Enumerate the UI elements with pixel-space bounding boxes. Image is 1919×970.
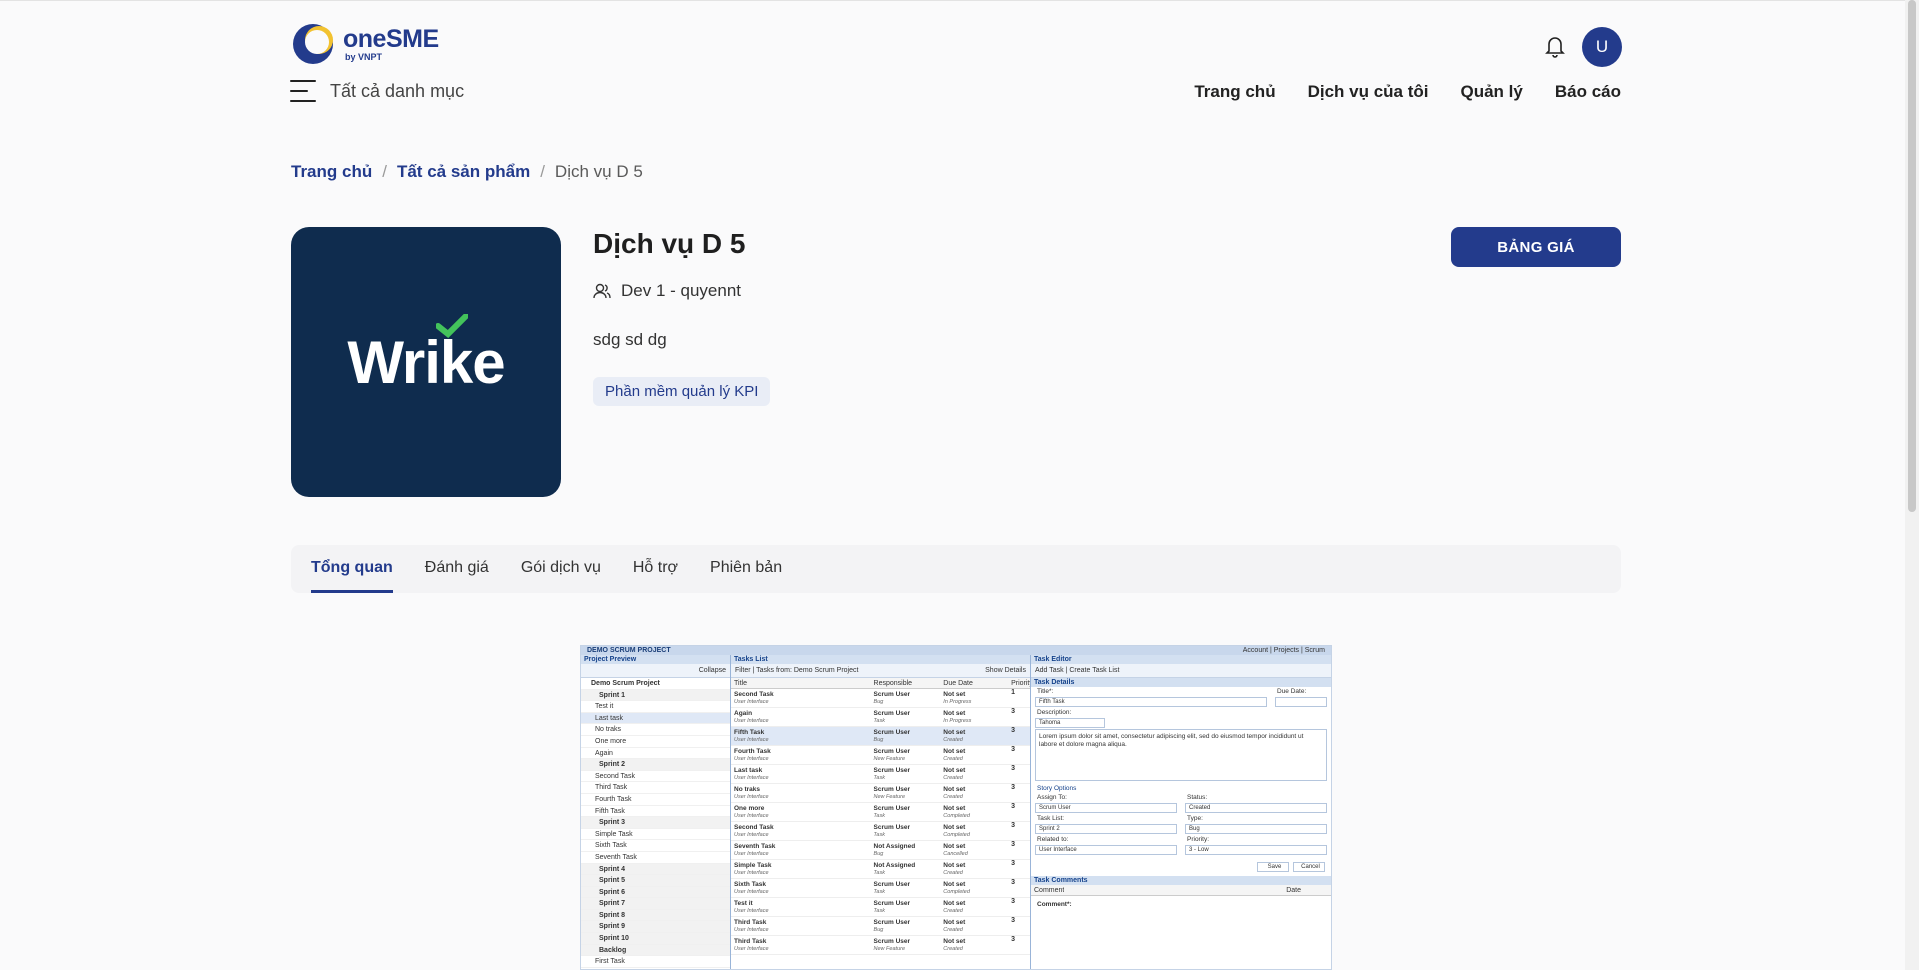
- page-scrollbar[interactable]: [1905, 0, 1919, 970]
- nav-reports[interactable]: Báo cáo: [1555, 82, 1621, 102]
- screenshot-tree-row: Simple Task: [581, 829, 730, 841]
- logo-name: oneSME: [343, 25, 439, 53]
- screenshot-tasks-list: Tasks List Filter | Tasks from: Demo Scr…: [731, 655, 1031, 969]
- breadcrumb-separator: /: [540, 162, 545, 181]
- screenshot-task-row: One more User Interface Scrum User Task Not …: [731, 803, 1030, 822]
- screenshot-tree-row: Sprint 2: [581, 759, 730, 771]
- screenshot-tree-row: No traks: [581, 724, 730, 736]
- screenshot-task-row: Fourth Task User Interface Scrum User New F…: [731, 746, 1030, 765]
- breadcrumb: Trang chủ / Tất cả sản phẩm / Dịch vụ D …: [291, 162, 643, 182]
- screenshot-tree-row: One more: [581, 736, 730, 748]
- header-top-border: [0, 0, 1919, 1]
- onesme-logo[interactable]: oneSME by VNPT: [291, 22, 439, 66]
- product-description: sdg sd dg: [593, 330, 667, 349]
- hamburger-icon: [290, 80, 316, 102]
- screenshot-project-preview: Project Preview Collapse Demo Scrum Proj…: [581, 655, 731, 969]
- screenshot-tree-row: First Task: [581, 956, 730, 968]
- product-title: Dịch vụ D 5: [593, 228, 746, 259]
- nav-home[interactable]: Trang chủ: [1194, 82, 1275, 102]
- screenshot-tree-row: Sprint 6: [581, 886, 730, 899]
- page: oneSME by VNPT Tất cả danh mục U Trang c…: [0, 0, 1919, 970]
- notification-bell-icon[interactable]: [1544, 34, 1566, 58]
- tab-service-packages[interactable]: Gói dịch vụ: [521, 545, 601, 593]
- tab-reviews[interactable]: Đánh giá: [425, 545, 489, 593]
- breadcrumb-home[interactable]: Trang chủ: [291, 162, 372, 182]
- all-categories-label: Tất cả danh mục: [330, 80, 465, 101]
- product-developer: Dev 1 - quyennt: [593, 281, 741, 301]
- screenshot-tree-row: Last task: [581, 712, 730, 725]
- tab-overview[interactable]: Tổng quan: [311, 545, 393, 593]
- screenshot-task-row: Third Task User Interface Scrum User New Fe…: [731, 936, 1030, 955]
- product-logo: Wrike: [291, 227, 561, 497]
- top-navigation: Trang chủ Dịch vụ của tôi Quản lý Báo cá…: [1194, 82, 1621, 102]
- breadcrumb-all-products[interactable]: Tất cả sản phẩm: [397, 162, 530, 182]
- pricing-button[interactable]: BẢNG GIÁ: [1451, 227, 1621, 267]
- screenshot-task-row: Second Task User Interface Scrum User Bug No…: [731, 689, 1030, 708]
- screenshot-tree-row: Sprint 4: [581, 863, 730, 876]
- category-tag[interactable]: Phần mềm quản lý KPI: [593, 377, 771, 406]
- screenshot-tree-row: Demo Scrum Project: [581, 678, 730, 690]
- screenshot-tree-row: Again: [581, 748, 730, 760]
- screenshot-task-row: Second Task User Interface Scrum User Task N…: [731, 822, 1030, 841]
- screenshot-task-row: Sixth Task User Interface Scrum User Task No…: [731, 879, 1030, 898]
- developer-name: Dev 1 - quyennt: [621, 281, 742, 300]
- user-avatar[interactable]: U: [1582, 27, 1622, 67]
- scrollbar-thumb[interactable]: [1908, 0, 1916, 512]
- product-logo-text: Wrike: [347, 313, 506, 397]
- screenshot-task-row: Last task User Interface Scrum User Task Not…: [731, 765, 1030, 784]
- screenshot-tree-row: Fourth Task: [581, 794, 730, 806]
- screenshot-task-row: Seventh Task User Interface Not Assigned Bu…: [731, 841, 1030, 860]
- breadcrumb-separator: /: [382, 162, 387, 181]
- product-screenshot: DEMO SCRUM PROJECT Account | Projects | …: [580, 645, 1332, 970]
- screenshot-tree-row: Sprint 5: [581, 875, 730, 887]
- screenshot-task-editor: Task Editor Add Task | Create Task List …: [1031, 655, 1331, 969]
- screenshot-tree-row: Sprint 7: [581, 898, 730, 910]
- screenshot-task-row: Test it User Interface Scrum User Task Not s…: [731, 898, 1030, 917]
- all-categories-menu[interactable]: Tất cả danh mục: [290, 80, 464, 102]
- screenshot-tree-row: Sprint 10: [581, 933, 730, 945]
- screenshot-tree-row: Second Task: [581, 771, 730, 783]
- screenshot-tree-row: Third Task: [581, 782, 730, 794]
- tab-support[interactable]: Hỗ trợ: [633, 545, 678, 593]
- screenshot-task-row: Third Task User Interface Scrum User Bug Not…: [731, 917, 1030, 936]
- screenshot-task-row: Simple Task User Interface Not Assigned Tas…: [731, 860, 1030, 879]
- screenshot-tree-row: Backlog: [581, 944, 730, 957]
- tab-versions[interactable]: Phiên bản: [710, 545, 782, 593]
- nav-management[interactable]: Quản lý: [1461, 82, 1523, 102]
- logo-subtitle: by VNPT: [345, 52, 383, 62]
- screenshot-tree-row: Sprint 9: [581, 921, 730, 934]
- user-icon: [593, 283, 611, 299]
- nav-my-services[interactable]: Dịch vụ của tôi: [1308, 82, 1429, 102]
- screenshot-tree-row: Sixth Task: [581, 840, 730, 852]
- wrike-check-icon: [436, 313, 469, 338]
- screenshot-tree-row: Sprint 3: [581, 817, 730, 829]
- screenshot-tree-row: Test it: [581, 701, 730, 713]
- breadcrumb-current: Dịch vụ D 5: [554, 162, 643, 181]
- screenshot-tree-row: Sprint 8: [581, 909, 730, 922]
- product-tabs: Tổng quan Đánh giá Gói dịch vụ Hỗ trợ Ph…: [291, 545, 1621, 593]
- screenshot-task-row: No traks User Interface Scrum User New Feat…: [731, 784, 1030, 803]
- screenshot-task-row: Fifth Task User Interface Scrum User Bug Not…: [731, 727, 1030, 746]
- screenshot-tree-row: Seventh Task: [581, 852, 730, 864]
- logo-mark-icon: [291, 22, 339, 66]
- screenshot-tree-row: Sprint 1: [581, 689, 730, 702]
- screenshot-topbar: DEMO SCRUM PROJECT Account | Projects | …: [581, 646, 1331, 655]
- screenshot-tree-row: Fifth Task: [581, 806, 730, 818]
- screenshot-task-row: Again User Interface Scrum User Task Not set…: [731, 708, 1030, 727]
